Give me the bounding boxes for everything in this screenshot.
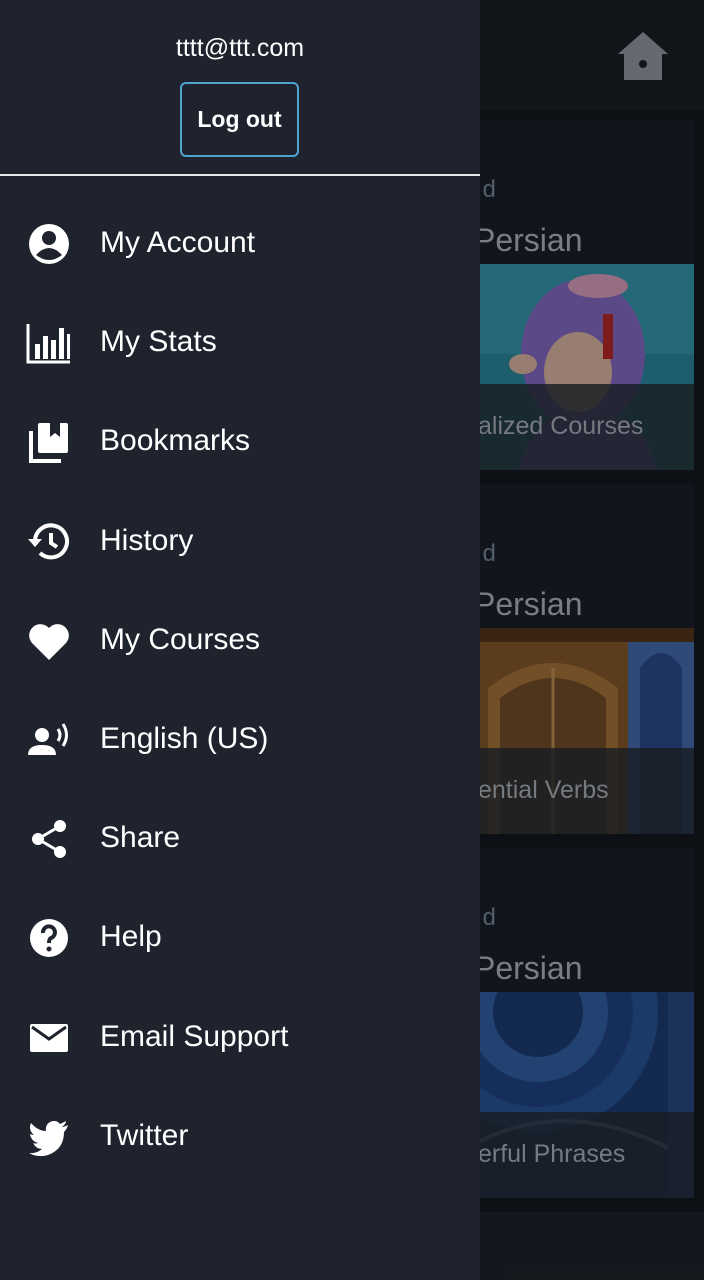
menu-item-bookmarks[interactable]: Bookmarks (0, 392, 480, 491)
navigation-drawer: tttt@ttt.com Log out My Account My Stats… (0, 0, 480, 1280)
menu-item-my-account[interactable]: My Account (0, 194, 480, 293)
heart-icon (26, 618, 72, 664)
logout-button[interactable]: Log out (180, 82, 299, 157)
menu-label: History (100, 523, 194, 557)
menu-label: Twitter (100, 1118, 189, 1152)
menu-label: Share (100, 821, 181, 855)
menu-label: Email Support (100, 1019, 289, 1053)
menu-item-email-support[interactable]: Email Support (0, 988, 480, 1087)
menu-label: English (US) (100, 721, 269, 755)
user-email: tttt@ttt.com (175, 34, 305, 62)
menu-item-help[interactable]: Help (0, 888, 480, 987)
menu-item-history[interactable]: History (0, 492, 480, 591)
voice-language-icon (26, 717, 72, 763)
menu-label: My Courses (100, 622, 261, 656)
bar-chart-icon (26, 320, 72, 366)
history-icon (26, 519, 72, 565)
menu-item-my-stats[interactable]: My Stats (0, 293, 480, 392)
drawer-menu: My Account My Stats Bookmarks History My… (0, 194, 480, 1186)
menu-label: Bookmarks (100, 424, 251, 458)
twitter-icon (26, 1114, 72, 1160)
mail-icon (26, 1015, 72, 1061)
menu-item-twitter[interactable]: Twitter (0, 1087, 480, 1186)
menu-label: Help (100, 920, 162, 954)
account-circle-icon (26, 221, 72, 267)
menu-label: My Stats (100, 325, 217, 359)
bookmarks-icon (26, 419, 72, 465)
drawer-header: tttt@ttt.com Log out (0, 0, 480, 176)
menu-item-my-courses[interactable]: My Courses (0, 591, 480, 690)
menu-item-language[interactable]: English (US) (0, 690, 480, 789)
menu-label: My Account (100, 226, 256, 259)
menu-item-share[interactable]: Share (0, 789, 480, 888)
help-icon (26, 915, 72, 961)
share-icon (26, 816, 72, 862)
